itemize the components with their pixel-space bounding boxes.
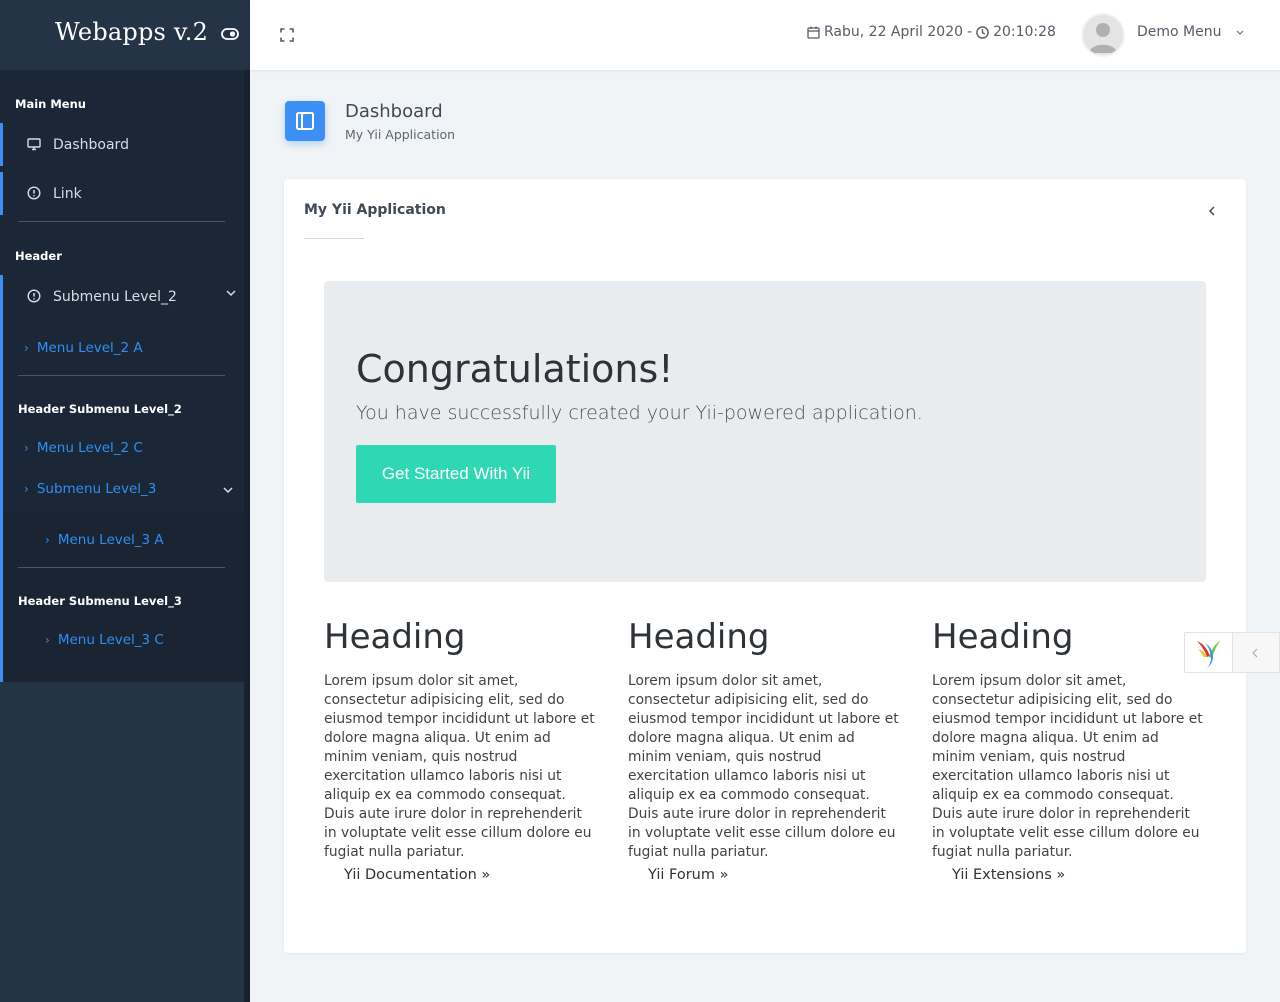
datetime-display: Rabu, 22 April 2020 - 20:10:28 [807, 24, 1056, 40]
chevron-right-icon: › [24, 482, 29, 496]
sidebar-header: Webapps v.2 [0, 0, 250, 70]
sidebar-item-label: Menu Level_3 C [57, 632, 164, 648]
menu-header-sub3: Header Submenu Level_3 [18, 594, 182, 608]
yii-documentation-link[interactable]: Yii Documentation » [344, 867, 490, 883]
alert-circle-icon [27, 186, 41, 200]
app-logo[interactable]: Webapps v.2 [55, 18, 208, 46]
avatar[interactable] [1083, 15, 1123, 55]
content-column-3: Heading Lorem ipsum dolor sit amet, cons… [932, 617, 1204, 883]
user-avatar-icon [1083, 15, 1123, 55]
chevron-down-icon[interactable] [1235, 29, 1245, 37]
datetime-separator: - [967, 24, 973, 40]
yii-forum-link[interactable]: Yii Forum » [648, 867, 728, 883]
chevron-right-icon: › [24, 441, 29, 455]
chevron-down-icon [223, 487, 233, 494]
sidebar-item-submenu-level-3[interactable]: › Submenu Level_3 [24, 481, 234, 497]
layout-sidebar-icon [296, 112, 314, 130]
clock-icon [976, 25, 989, 39]
alert-circle-icon [27, 289, 41, 303]
sidebar-item-submenu-level-2[interactable]: Submenu Level_2 [0, 275, 244, 318]
sidebar: Webapps v.2 Main Menu Dashboard Link Hea… [0, 0, 250, 1002]
chevron-right-icon: › [45, 633, 50, 647]
sidebar-item-label: Menu Level_2 C [36, 440, 143, 456]
fullscreen-icon[interactable] [280, 28, 294, 42]
chevron-left-icon[interactable] [1251, 647, 1259, 659]
sidebar-item-dashboard[interactable]: Dashboard [0, 123, 244, 166]
page-title: Dashboard [345, 101, 443, 122]
yii-debug-toolbar[interactable] [1184, 632, 1280, 673]
column-heading: Heading [324, 617, 466, 657]
sidebar-scroll-edge [244, 70, 250, 1002]
card-title-underline [304, 238, 364, 239]
content-column-1: Heading Lorem ipsum dolor sit amet, cons… [324, 617, 596, 883]
sidebar-item-label: Submenu Level_3 [36, 481, 157, 497]
menu-header-header: Header [15, 249, 62, 263]
monitor-icon [27, 138, 41, 151]
sidebar-divider [18, 221, 225, 222]
jumbotron-lead: You have successfully created your Yii-p… [356, 402, 923, 424]
submenu-level-2-panel: › Menu Level_2 A Header Submenu Level_2 … [0, 318, 247, 682]
sidebar-item-label: Submenu Level_2 [53, 288, 177, 305]
yii-logo-icon[interactable] [1185, 633, 1233, 672]
page-subtitle: My Yii Application [345, 127, 456, 142]
sidebar-item-label: Menu Level_3 A [57, 532, 164, 548]
calendar-icon [807, 26, 820, 39]
sidebar-item-label: Menu Level_2 A [36, 340, 143, 356]
column-body: Lorem ipsum dolor sit amet, consectetur … [932, 673, 1203, 860]
chevron-down-icon [226, 290, 236, 297]
top-navbar: Rabu, 22 April 2020 - 20:10:28 Demo Menu [250, 0, 1280, 70]
page-title-icon [285, 101, 325, 141]
yii-logo-graphic [1197, 640, 1221, 669]
sidebar-divider [18, 375, 225, 376]
card-title: My Yii Application [304, 202, 446, 218]
jumbotron: Congratulations! You have successfully c… [324, 281, 1206, 582]
sidebar-menu: Main Menu Dashboard Link Header Submenu … [0, 70, 247, 682]
column-body: Lorem ipsum dolor sit amet, consectetur … [628, 673, 899, 860]
jumbotron-title: Congratulations! [356, 347, 674, 391]
sidebar-item-label: Link [53, 185, 82, 202]
main-card: My Yii Application Congratulations! You … [284, 179, 1246, 953]
user-menu-label[interactable]: Demo Menu [1137, 24, 1222, 40]
menu-header-sub2: Header Submenu Level_2 [18, 402, 182, 416]
menu-header-main: Main Menu [15, 97, 86, 111]
chevron-left-icon[interactable] [1207, 205, 1217, 217]
sidebar-divider [18, 567, 225, 568]
sidebar-item-menu-level-2c[interactable]: › Menu Level_2 C [24, 440, 143, 456]
yii-extensions-link[interactable]: Yii Extensions » [952, 867, 1065, 883]
content-column-2: Heading Lorem ipsum dolor sit amet, cons… [628, 617, 900, 883]
sidebar-item-label: Dashboard [53, 136, 129, 153]
column-heading: Heading [628, 617, 770, 657]
sidebar-item-menu-level-2a[interactable]: › Menu Level_2 A [24, 340, 143, 356]
sidebar-item-link[interactable]: Link [0, 172, 244, 215]
sidebar-item-menu-level-3c[interactable]: › Menu Level_3 C [45, 632, 164, 648]
column-heading: Heading [932, 617, 1074, 657]
sidebar-item-menu-level-3a[interactable]: › Menu Level_3 A [45, 532, 164, 548]
date-text: Rabu, 22 April 2020 [824, 24, 964, 40]
sidebar-toggle-icon[interactable] [221, 27, 239, 41]
time-text: 20:10:28 [993, 24, 1056, 40]
chevron-right-icon: › [45, 533, 50, 547]
column-body: Lorem ipsum dolor sit amet, consectetur … [324, 673, 595, 860]
chevron-right-icon: › [24, 341, 29, 355]
get-started-button[interactable]: Get Started With Yii [356, 445, 556, 503]
